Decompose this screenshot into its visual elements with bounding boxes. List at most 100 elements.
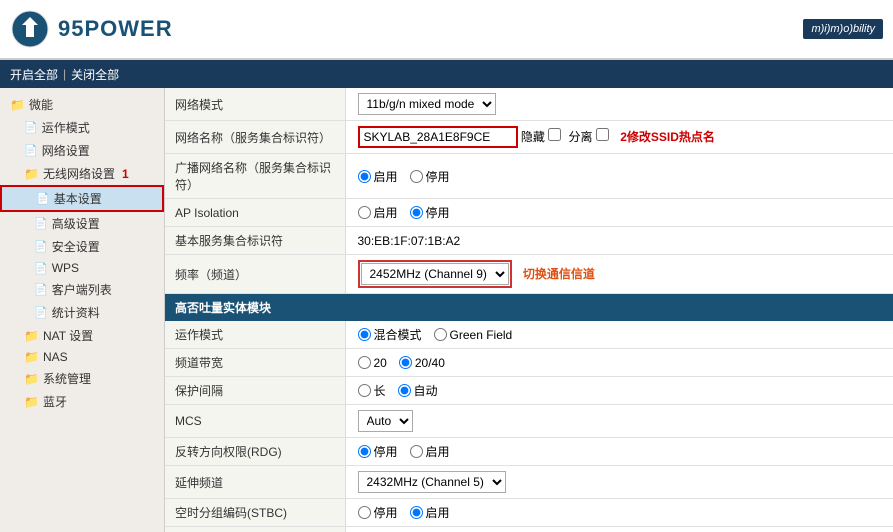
radio-guard-auto-input[interactable]	[398, 384, 411, 397]
radio-bw-20[interactable]: 20	[358, 356, 387, 370]
logo-text: 95POWER	[58, 16, 173, 42]
sidebar-label-weina: 微能	[29, 96, 53, 113]
sidebar-item-sysadmin[interactable]: 📁 系统管理	[0, 367, 164, 390]
select-network-mode[interactable]: 11b/g/n mixed mode 11b only 11g only 11n…	[358, 93, 496, 115]
page-icon-wps: 📄	[34, 262, 48, 275]
navbar: 开启全部 | 关闭全部	[0, 60, 893, 88]
select-mcs[interactable]: Auto 0 1	[358, 410, 413, 432]
radio-ap-iso-enable[interactable]: 启用	[358, 204, 398, 221]
annotation-ssid: 2修改SSID热点名	[620, 130, 715, 144]
bssid-value: 30:EB:1F:07:1B:A2	[358, 234, 461, 248]
radio-group-broadcast: 启用 停用	[358, 168, 884, 185]
radio-group-bandwidth: 20 20/40	[358, 356, 884, 370]
cell-stbc: 停用 启用	[345, 499, 893, 527]
label-network-mode: 网络模式	[165, 88, 345, 121]
sidebar-item-advanced[interactable]: 📄 高级设置	[0, 212, 164, 235]
radio-rdg-enable-label: 启用	[426, 443, 450, 460]
cell-broadcast-ssid: 启用 停用	[345, 154, 893, 199]
radio-rdg-disable-input[interactable]	[358, 445, 371, 458]
radio-group-op-mode: 混合模式 Green Field	[358, 326, 884, 343]
page-icon-security: 📄	[34, 240, 48, 253]
sidebar-label-wps: WPS	[52, 261, 79, 275]
radio-stbc-disable-input[interactable]	[358, 506, 371, 519]
sidebar-item-basic-settings[interactable]: 📄 基本设置	[0, 185, 164, 212]
sidebar-item-security[interactable]: 📄 安全设置	[0, 235, 164, 258]
radio-group-rdg: 停用 启用	[358, 443, 884, 460]
radio-guard-auto[interactable]: 自动	[398, 382, 438, 399]
folder-icon-nas: 📁	[24, 350, 39, 364]
checkbox-hide-ssid[interactable]	[548, 128, 561, 141]
radio-mixed-mode-label: 混合模式	[374, 326, 422, 343]
radio-mixed-mode[interactable]: 混合模式	[358, 326, 422, 343]
radio-rdg-disable[interactable]: 停用	[358, 443, 398, 460]
sidebar-item-network-settings[interactable]: 📄 网络设置	[0, 139, 164, 162]
sidebar-item-wireless[interactable]: 📁 无线网络设置 1	[0, 162, 164, 185]
radio-broadcast-enable-input[interactable]	[358, 170, 371, 183]
radio-broadcast-disable-input[interactable]	[410, 170, 423, 183]
label-bssid: 基本服务集合标识符	[165, 227, 345, 255]
ssid-split-label: 分离	[569, 130, 593, 144]
label-channel: 频率（频道）	[165, 255, 345, 294]
sidebar-item-wps[interactable]: 📄 WPS	[0, 258, 164, 278]
radio-bw-20-label: 20	[374, 356, 387, 370]
sidebar-number-badge: 1	[122, 167, 129, 181]
radio-guard-long[interactable]: 长	[358, 382, 386, 399]
header: 95POWER m)i)m)o)bility	[0, 0, 893, 60]
radio-stbc-enable-label: 启用	[426, 504, 450, 521]
content-area: 网络模式 11b/g/n mixed mode 11b only 11g onl…	[165, 88, 893, 532]
input-ssid[interactable]	[358, 126, 518, 148]
sidebar-label-nat: NAT 设置	[43, 327, 93, 344]
close-all-link[interactable]: 关闭全部	[71, 66, 119, 83]
radio-broadcast-disable[interactable]: 停用	[410, 168, 450, 185]
select-ext-channel[interactable]: 2412MHz (Channel 1) 2432MHz (Channel 5) …	[358, 471, 506, 493]
radio-guard-long-input[interactable]	[358, 384, 371, 397]
radio-stbc-disable[interactable]: 停用	[358, 504, 398, 521]
sidebar-item-client-list[interactable]: 📄 客户端列表	[0, 278, 164, 301]
row-op-mode: 运作模式 混合模式 Green Field	[165, 321, 893, 349]
logo-area: 95POWER	[10, 9, 173, 49]
page-icon-1: 📄	[24, 121, 38, 134]
radio-mixed-mode-input[interactable]	[358, 328, 371, 341]
sidebar-item-nas[interactable]: 📁 NAS	[0, 347, 164, 367]
channel-select-wrapper: 2412MHz (Channel 1) 2437MHz (Channel 6) …	[358, 260, 512, 288]
radio-ap-iso-enable-input[interactable]	[358, 206, 371, 219]
sidebar-item-stats[interactable]: 📄 统计资料	[0, 301, 164, 324]
sidebar-label-network: 网络设置	[42, 142, 90, 159]
radio-green-field[interactable]: Green Field	[434, 328, 513, 342]
radio-broadcast-disable-label: 停用	[426, 168, 450, 185]
select-channel[interactable]: 2412MHz (Channel 1) 2437MHz (Channel 6) …	[361, 263, 509, 285]
sidebar-item-bluetooth[interactable]: 📁 蓝牙	[0, 390, 164, 413]
row-network-mode: 网络模式 11b/g/n mixed mode 11b only 11g onl…	[165, 88, 893, 121]
label-rdg: 反转方向权限(RDG)	[165, 438, 345, 466]
radio-bw-20-input[interactable]	[358, 356, 371, 369]
row-mcs: MCS Auto 0 1	[165, 405, 893, 438]
radio-broadcast-enable[interactable]: 启用	[358, 168, 398, 185]
sidebar-item-weina[interactable]: 📁 微能	[0, 93, 164, 116]
open-all-link[interactable]: 开启全部	[10, 66, 58, 83]
row-bssid: 基本服务集合标识符 30:EB:1F:07:1B:A2	[165, 227, 893, 255]
radio-group-ap-isolation: 启用 停用	[358, 204, 884, 221]
radio-bw-2040-input[interactable]	[399, 356, 412, 369]
cell-ext-channel: 2412MHz (Channel 1) 2432MHz (Channel 5) …	[345, 466, 893, 499]
row-channel: 频率（频道） 2412MHz (Channel 1) 2437MHz (Chan…	[165, 255, 893, 294]
radio-green-field-input[interactable]	[434, 328, 447, 341]
row-bandwidth: 频道带宽 20 20/40	[165, 349, 893, 377]
main-layout: 📁 微能 📄 运作模式 📄 网络设置 📁 无线网络设置 1 📄 基本设置	[0, 88, 893, 532]
radio-rdg-enable[interactable]: 启用	[410, 443, 450, 460]
radio-ap-iso-disable-label: 停用	[426, 204, 450, 221]
label-guard-interval: 保护间隔	[165, 377, 345, 405]
sidebar-item-operation-mode[interactable]: 📄 运作模式	[0, 116, 164, 139]
radio-rdg-enable-input[interactable]	[410, 445, 423, 458]
nav-separator: |	[63, 67, 66, 81]
radio-stbc-enable[interactable]: 启用	[410, 504, 450, 521]
radio-stbc-enable-input[interactable]	[410, 506, 423, 519]
label-stbc: 空时分组编码(STBC)	[165, 499, 345, 527]
sidebar-item-nat[interactable]: 📁 NAT 设置	[0, 324, 164, 347]
radio-ap-iso-disable-input[interactable]	[410, 206, 423, 219]
radio-ap-iso-disable[interactable]: 停用	[410, 204, 450, 221]
radio-bw-2040[interactable]: 20/40	[399, 356, 445, 370]
brand-badge: m)i)m)o)bility	[803, 19, 883, 39]
radio-guard-auto-label: 自动	[414, 382, 438, 399]
checkbox-split-ssid[interactable]	[596, 128, 609, 141]
row-amsdu: 聚合MAC业务数据单元（A-MSDU） 停用 启用	[165, 527, 893, 532]
